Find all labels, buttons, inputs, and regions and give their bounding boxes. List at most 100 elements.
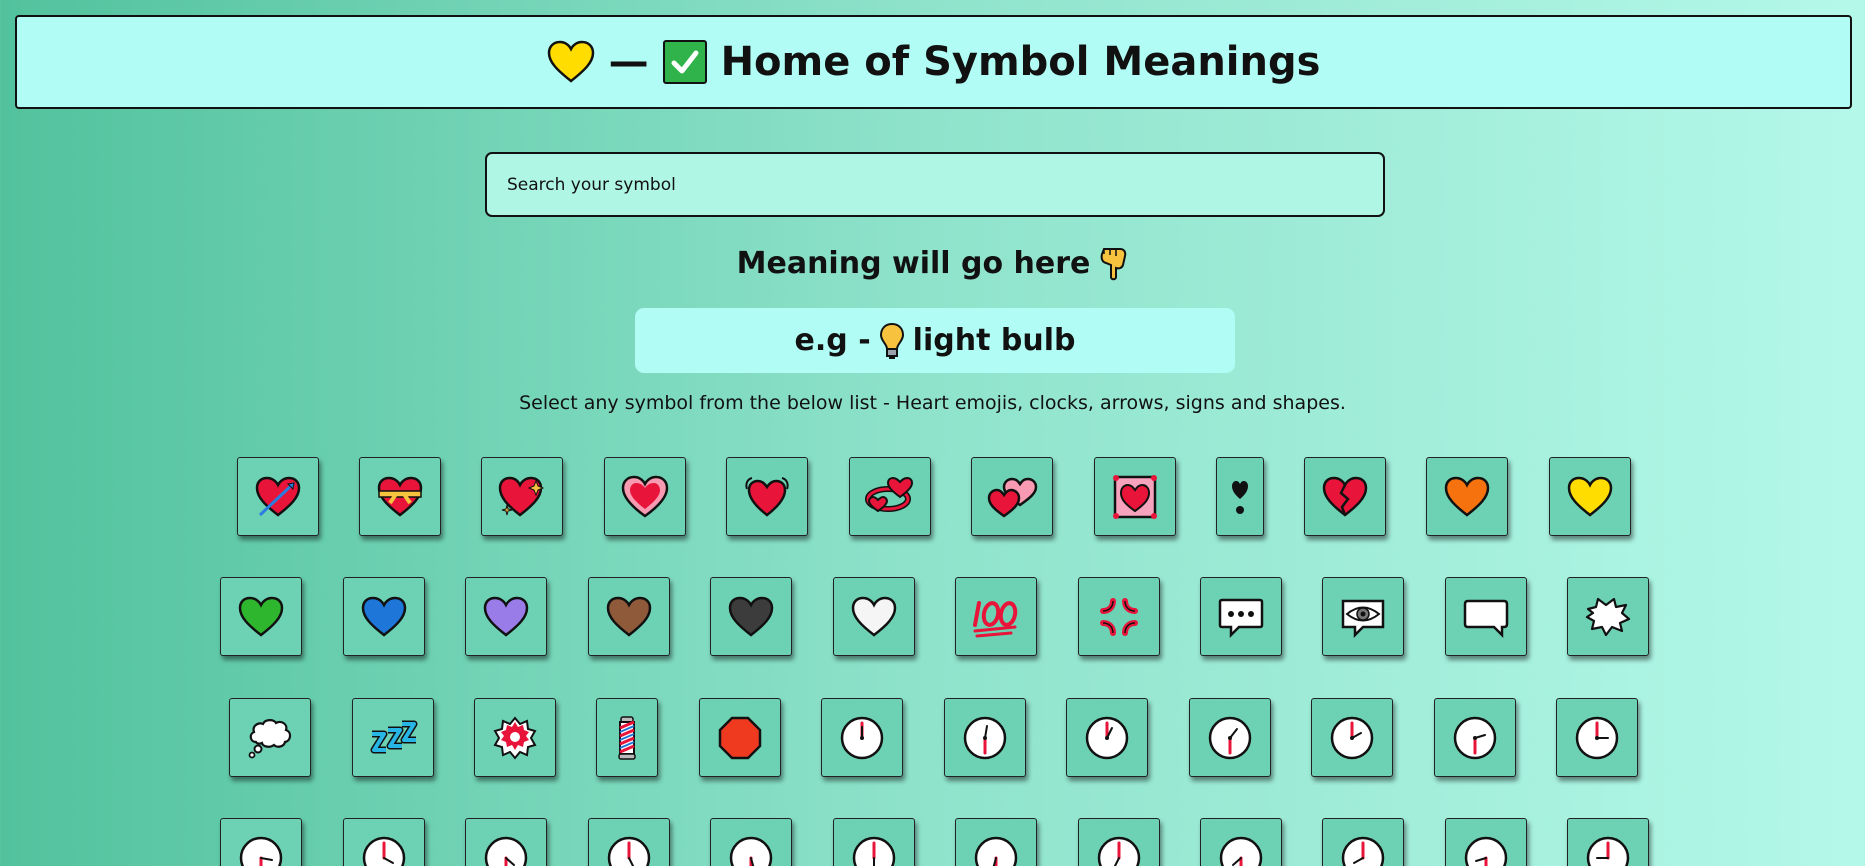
twelve-thirty-icon [963, 716, 1007, 759]
five-thirty-icon [729, 836, 773, 866]
four-thirty-icon [484, 836, 528, 866]
heart-with-arrow-icon [255, 476, 301, 517]
two-oclock-icon [1330, 716, 1374, 759]
symbol-tile[interactable] [849, 457, 931, 536]
symbol-tile[interactable] [229, 698, 311, 777]
left-speech-bubble-icon [1463, 599, 1509, 638]
two-thirty-icon [1453, 716, 1497, 759]
six-thirty-icon [974, 836, 1018, 866]
one-thirty-icon [1208, 716, 1252, 759]
symbol-tile[interactable] [220, 818, 302, 866]
symbol-tile[interactable] [1311, 698, 1393, 777]
light-bulb-icon [879, 322, 904, 359]
symbol-tile[interactable] [1567, 818, 1649, 866]
brown-heart-icon [606, 596, 652, 637]
symbol-tile[interactable] [1078, 818, 1160, 866]
symbol-tile[interactable] [1078, 577, 1160, 656]
hundred-points-icon [973, 600, 1018, 637]
symbol-tile[interactable] [726, 457, 808, 536]
symbol-tile[interactable] [1094, 457, 1176, 536]
page-header: — Home of Symbol Meanings [15, 15, 1852, 109]
broken-heart-icon [1322, 476, 1368, 517]
symbol-tile[interactable] [465, 577, 547, 656]
twelve-oclock-icon [840, 716, 884, 759]
search-input[interactable] [485, 152, 1385, 217]
white-heart-icon [851, 596, 897, 637]
symbol-tile[interactable] [237, 457, 319, 536]
symbol-tile[interactable] [1216, 457, 1264, 536]
yellow-heart-icon [547, 40, 594, 83]
white-flower-icon [493, 715, 537, 760]
symbol-tile[interactable] [352, 698, 434, 777]
symbol-tile[interactable] [359, 457, 441, 536]
example-box: e.g - light bulb [635, 308, 1235, 373]
symbol-tile[interactable] [1445, 818, 1527, 866]
symbol-tile[interactable] [1189, 698, 1271, 777]
example-prefix: e.g - [794, 323, 871, 358]
symbol-tile[interactable] [465, 818, 547, 866]
revolving-hearts-icon [865, 476, 914, 512]
symbol-tile[interactable] [1549, 457, 1631, 536]
thought-balloon-icon [248, 718, 292, 758]
sparkling-heart-icon [498, 476, 545, 517]
meaning-text: Meaning will go here [736, 245, 1091, 281]
yellow-heart-icon [1567, 476, 1613, 517]
stop-sign-icon [718, 716, 762, 759]
symbol-tile[interactable] [833, 577, 915, 656]
orange-heart-icon [1444, 476, 1490, 517]
symbol-tile[interactable] [1445, 577, 1527, 656]
growing-heart-icon [621, 475, 669, 518]
symbol-tile[interactable] [474, 698, 556, 777]
blue-heart-icon [361, 596, 407, 637]
three-oclock-icon [1575, 716, 1619, 759]
one-oclock-icon [1085, 716, 1129, 759]
symbol-tile[interactable] [604, 457, 686, 536]
four-oclock-icon [362, 836, 406, 866]
five-oclock-icon [607, 836, 651, 866]
symbol-tile[interactable] [833, 818, 915, 866]
symbol-tile[interactable] [699, 698, 781, 777]
seven-thirty-icon [1219, 836, 1263, 866]
symbol-tile[interactable] [971, 457, 1053, 536]
eight-oclock-icon [1341, 836, 1385, 866]
symbol-tile[interactable] [944, 698, 1026, 777]
symbol-tile[interactable] [1304, 457, 1386, 536]
anger-symbol-icon [1100, 597, 1138, 636]
symbol-tile[interactable] [710, 818, 792, 866]
heart-with-ribbon-icon [377, 476, 423, 517]
symbol-tile[interactable] [343, 818, 425, 866]
meaning-heading: Meaning will go here [0, 245, 1865, 281]
symbol-tile[interactable] [821, 698, 903, 777]
symbol-tile[interactable] [1556, 698, 1638, 777]
heart-decoration-icon [1113, 474, 1157, 519]
barber-pole-icon [618, 715, 636, 760]
symbol-tile[interactable] [481, 457, 563, 536]
three-thirty-icon [239, 836, 283, 866]
nine-oclock-icon [1586, 836, 1630, 866]
symbol-tile[interactable] [955, 577, 1037, 656]
symbol-tile[interactable] [1426, 457, 1508, 536]
symbol-tile[interactable] [343, 577, 425, 656]
black-heart-icon [728, 596, 774, 637]
right-anger-bubble-icon [1585, 597, 1631, 636]
symbol-tile[interactable] [1200, 818, 1282, 866]
symbol-tile[interactable] [220, 577, 302, 656]
symbol-tile[interactable] [588, 577, 670, 656]
symbol-tile[interactable] [1200, 577, 1282, 656]
six-oclock-icon [852, 836, 896, 866]
symbol-tile[interactable] [596, 698, 658, 777]
symbol-tile[interactable] [1567, 577, 1649, 656]
beating-heart-icon [745, 476, 789, 517]
symbol-tile[interactable] [1322, 818, 1404, 866]
symbol-tile[interactable] [710, 577, 792, 656]
symbol-tile[interactable] [588, 818, 670, 866]
seven-oclock-icon [1097, 836, 1141, 866]
check-mark-button-icon [662, 40, 707, 84]
symbol-tile[interactable] [1322, 577, 1404, 656]
symbol-tile[interactable] [955, 818, 1037, 866]
symbol-tile[interactable] [1434, 698, 1516, 777]
zzz-icon [370, 720, 418, 753]
purple-heart-icon [483, 596, 529, 637]
eye-in-speech-bubble-icon [1341, 599, 1385, 638]
symbol-tile[interactable] [1066, 698, 1148, 777]
